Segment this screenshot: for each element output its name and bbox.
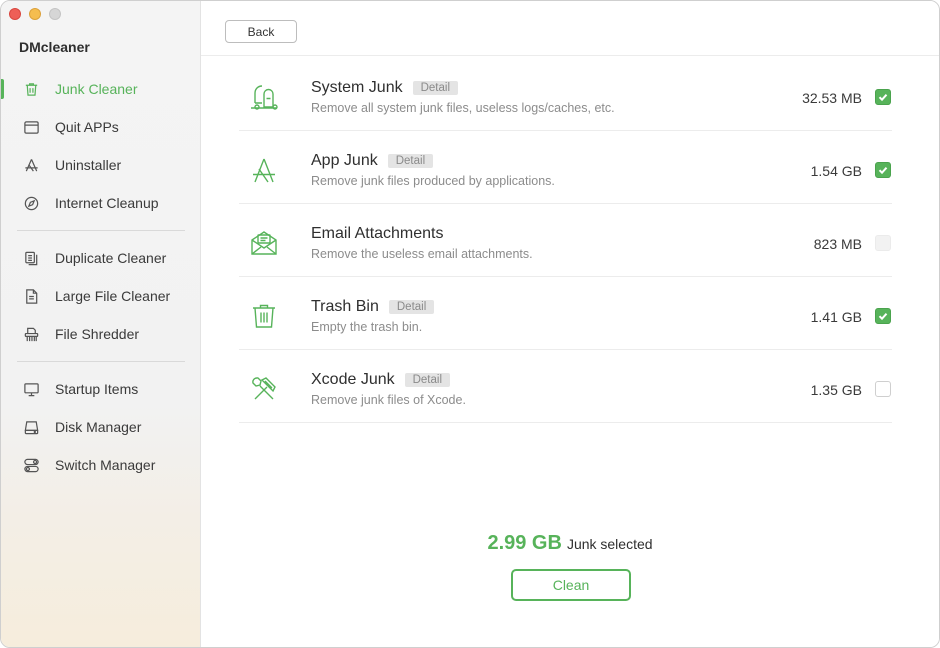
junk-item-checkbox[interactable] (875, 235, 891, 251)
main-content: Back System Junk Detail Remove all syste… (201, 1, 939, 647)
sidebar: DMcleaner Junk Cleaner Quit APPs Uninsta… (1, 1, 201, 647)
sidebar-item-label: Large File Cleaner (55, 288, 171, 304)
hammer-wrench-icon (247, 372, 281, 406)
sidebar-item-startup-items[interactable]: Startup Items (1, 370, 201, 408)
window-icon (23, 119, 40, 136)
selected-amount: 2.99 GB (487, 532, 562, 554)
junk-item-size: 1.54 GB (810, 163, 862, 179)
junk-item-checkbox[interactable] (875, 162, 891, 178)
back-button[interactable]: Back (225, 20, 297, 43)
junk-item-app-junk: App Junk Detail Remove junk files produc… (239, 131, 892, 204)
sidebar-item-label: Quit APPs (55, 119, 119, 135)
monitor-icon (23, 381, 40, 398)
sidebar-item-label: Internet Cleanup (55, 195, 159, 211)
sidebar-item-file-shredder[interactable]: File Shredder (1, 315, 201, 353)
junk-item-checkbox[interactable] (875, 89, 891, 105)
envelope-icon (247, 226, 281, 260)
junk-item-description: Remove junk files of Xcode. (311, 393, 466, 407)
sidebar-item-label: Duplicate Cleaner (55, 250, 167, 266)
clean-button[interactable]: Clean (511, 569, 631, 601)
sidebar-item-quit-apps[interactable]: Quit APPs (1, 108, 201, 146)
window-controls (9, 8, 61, 20)
sidebar-item-label: Uninstaller (55, 157, 122, 173)
junk-item-description: Empty the trash bin. (311, 320, 423, 334)
junk-item-description: Remove the useless email attachments. (311, 247, 533, 261)
sidebar-item-uninstaller[interactable]: Uninstaller (1, 146, 201, 184)
sidebar-item-duplicate-cleaner[interactable]: Duplicate Cleaner (1, 239, 201, 277)
junk-item-description: Remove junk files produced by applicatio… (311, 174, 555, 188)
zoom-window-button[interactable] (49, 8, 61, 20)
toolbar: Back (201, 1, 939, 56)
junk-item-checkbox[interactable] (875, 381, 891, 397)
junk-item-checkbox[interactable] (875, 308, 891, 324)
sidebar-item-label: Junk Cleaner (55, 81, 138, 97)
sidebar-divider (17, 230, 185, 231)
detail-button[interactable]: Detail (412, 81, 458, 95)
junk-item-trash-bin: Trash Bin Detail Empty the trash bin. 1.… (239, 277, 892, 350)
junk-item-xcode-junk: Xcode Junk Detail Remove junk files of X… (239, 350, 892, 423)
sidebar-item-large-file-cleaner[interactable]: Large File Cleaner (1, 277, 201, 315)
junk-item-title: Trash Bin (311, 298, 379, 315)
sidebar-divider (17, 361, 185, 362)
sidebar-item-internet-cleanup[interactable]: Internet Cleanup (1, 184, 201, 222)
app-window: DMcleaner Junk Cleaner Quit APPs Uninsta… (0, 0, 940, 648)
app-title: DMcleaner (19, 39, 90, 55)
selection-summary: 2.99 GB Junk selected (201, 532, 939, 555)
sidebar-item-switch-manager[interactable]: Switch Manager (1, 446, 201, 484)
detail-button[interactable]: Detail (388, 300, 435, 314)
sidebar-item-disk-manager[interactable]: Disk Manager (1, 408, 201, 446)
disk-icon (23, 419, 40, 436)
detail-button[interactable]: Detail (404, 373, 451, 387)
junk-item-title: Email Attachments (311, 225, 444, 242)
junk-list: System Junk Detail Remove all system jun… (239, 58, 892, 423)
junk-item-size: 823 MB (813, 236, 862, 252)
junk-item-description: Remove all system junk files, useless lo… (311, 101, 615, 115)
compass-icon (23, 195, 40, 212)
vacuum-cleaner-icon (247, 80, 281, 114)
junk-item-title: Xcode Junk (311, 371, 395, 388)
sidebar-nav: Junk Cleaner Quit APPs Uninstaller Inter… (1, 70, 201, 484)
app-store-icon (247, 153, 281, 187)
minimize-window-button[interactable] (29, 8, 41, 20)
selected-label: Junk selected (566, 536, 653, 552)
detail-button[interactable]: Detail (387, 154, 434, 168)
app-store-icon (23, 157, 40, 174)
junk-item-size: 1.41 GB (810, 309, 862, 325)
trash-icon (23, 81, 40, 98)
junk-item-email-attachments: Email Attachments Remove the useless ema… (239, 204, 892, 277)
document-icon (23, 288, 40, 305)
sidebar-item-label: Disk Manager (55, 419, 142, 435)
junk-item-title: App Junk (311, 152, 378, 169)
close-window-button[interactable] (9, 8, 21, 20)
junk-item-size: 1.35 GB (810, 382, 862, 398)
trash-bin-icon (247, 299, 281, 333)
sidebar-item-label: File Shredder (55, 326, 140, 342)
sidebar-item-label: Switch Manager (55, 457, 156, 473)
junk-item-title: System Junk (311, 79, 403, 96)
sidebar-item-junk-cleaner[interactable]: Junk Cleaner (1, 70, 201, 108)
shredder-icon (23, 326, 40, 343)
toggle-switch-icon (23, 457, 40, 474)
sidebar-item-label: Startup Items (55, 381, 139, 397)
junk-item-size: 32.53 MB (802, 90, 862, 106)
junk-item-system-junk: System Junk Detail Remove all system jun… (239, 58, 892, 131)
duplicate-files-icon (23, 250, 40, 267)
